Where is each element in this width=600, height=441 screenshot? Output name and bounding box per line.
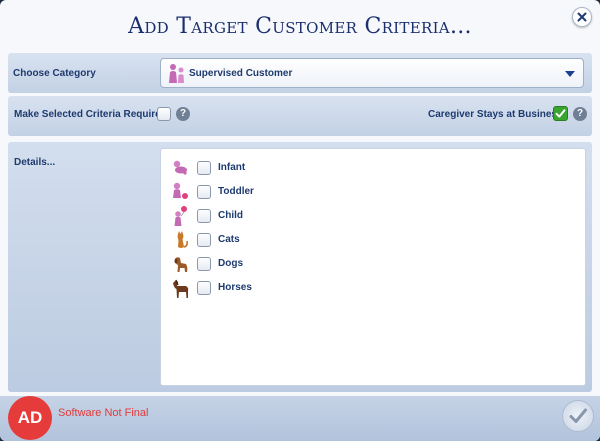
confirm-button[interactable]: [562, 400, 594, 432]
chevron-down-icon: [565, 71, 575, 77]
choose-category-label: Choose Category: [13, 68, 96, 79]
dogs-label: Dogs: [218, 258, 243, 269]
cats-label: Cats: [218, 234, 240, 245]
dialog-footer: AD Software Not Final: [0, 396, 600, 441]
dogs-checkbox[interactable]: [197, 257, 211, 271]
ad-badge: AD: [8, 396, 52, 440]
list-item[interactable]: Infant: [169, 157, 419, 179]
close-icon: [577, 12, 587, 22]
child-label: Child: [218, 210, 243, 221]
list-item[interactable]: Toddler: [169, 181, 419, 203]
list-item[interactable]: Horses: [169, 277, 419, 299]
child-checkbox[interactable]: [197, 209, 211, 223]
horse-icon: [173, 279, 189, 298]
list-item[interactable]: Child: [169, 205, 419, 227]
horses-label: Horses: [218, 282, 252, 293]
add-target-customer-dialog: Add Target Customer Criteria... Choose C…: [0, 0, 600, 441]
caregiver-stays-checkbox[interactable]: [553, 106, 568, 121]
category-row: Choose Category Supervised Customer: [8, 53, 592, 93]
details-label: Details...: [14, 157, 56, 168]
toddler-label: Toddler: [218, 186, 254, 197]
infant-icon: [173, 160, 187, 175]
make-required-label: Make Selected Criteria Required: [14, 109, 167, 120]
toddler-checkbox[interactable]: [197, 185, 211, 199]
help-icon[interactable]: ?: [176, 107, 190, 121]
help-icon[interactable]: ?: [573, 107, 587, 121]
toddler-icon: [173, 182, 188, 199]
close-button[interactable]: [572, 7, 592, 27]
cat-icon: [177, 231, 188, 248]
list-item[interactable]: Cats: [169, 229, 419, 251]
required-row: Make Selected Criteria Required ? Caregi…: [8, 96, 592, 136]
infant-checkbox[interactable]: [197, 161, 211, 175]
category-selected-value: Supervised Customer: [189, 68, 293, 79]
caregiver-stays-label: Caregiver Stays at Business: [428, 109, 563, 120]
dog-icon: [174, 257, 188, 272]
cats-checkbox[interactable]: [197, 233, 211, 247]
horses-checkbox[interactable]: [197, 281, 211, 295]
child-icon: [174, 206, 187, 226]
infant-label: Infant: [218, 162, 246, 173]
list-item[interactable]: Dogs: [169, 253, 419, 275]
dialog-title: Add Target Customer Criteria...: [128, 14, 472, 39]
supervised-customer-icon: [169, 64, 184, 83]
software-not-final-notice: Software Not Final: [58, 407, 149, 419]
details-options-panel: Infant Toddler Child Cats Dogs Horses: [160, 148, 586, 386]
checkmark-icon: [569, 408, 587, 423]
details-section: Details... Infant Toddler Child Cats Dog…: [8, 142, 592, 392]
category-dropdown[interactable]: Supervised Customer: [160, 58, 584, 88]
checkmark-icon: [555, 109, 566, 118]
make-required-checkbox[interactable]: [157, 107, 171, 121]
